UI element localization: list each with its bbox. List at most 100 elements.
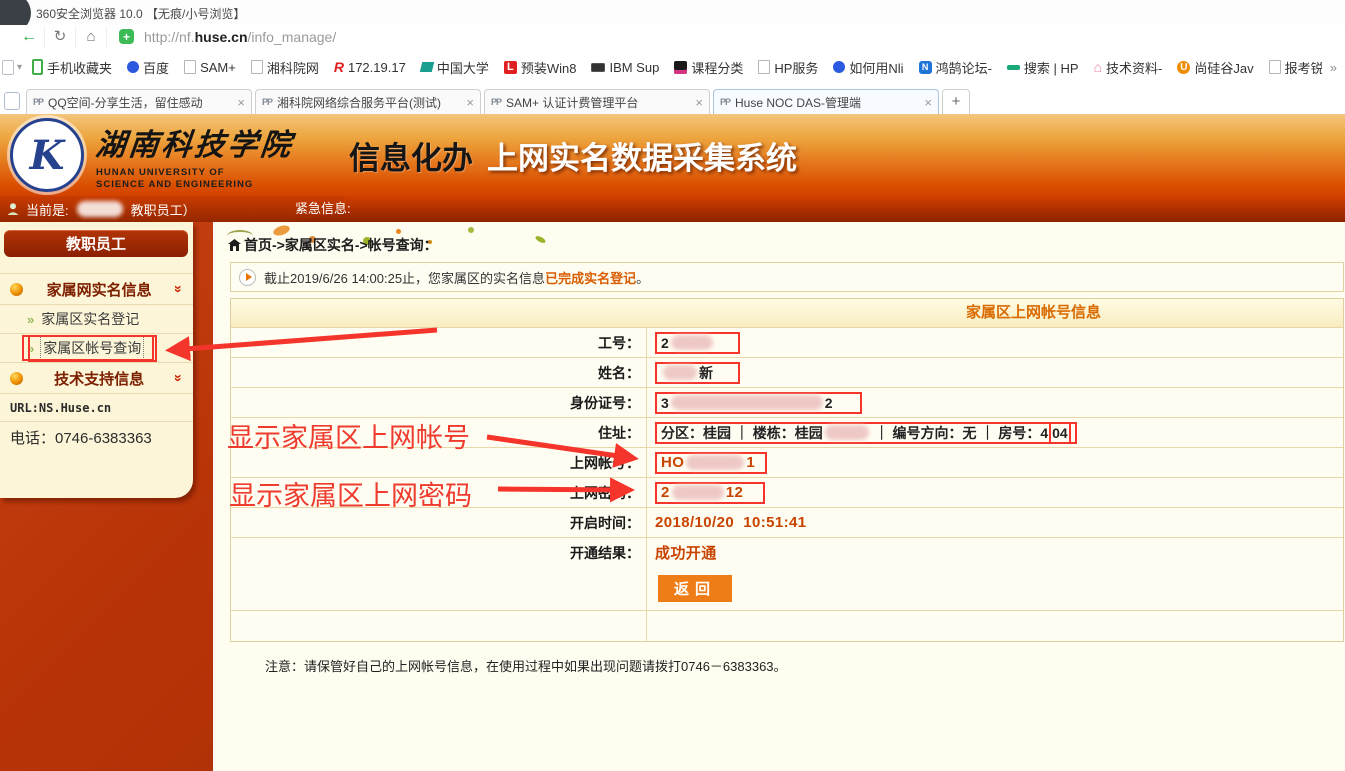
value-text: ｜ 编号方向：无 ｜ 房号：4	[871, 423, 1048, 443]
new-tab-button[interactable]: +	[942, 89, 970, 114]
arrow-icon: »	[27, 312, 34, 327]
bookmark-item[interactable]: R 172.19.17	[334, 59, 406, 75]
tab-close-icon[interactable]: ×	[237, 95, 245, 110]
bookmark-label: 手机收藏夹	[47, 58, 112, 77]
tab-title: 湘科院网络综合服务平台(测试)	[277, 94, 462, 111]
house-icon: ⌂	[1094, 59, 1102, 75]
footer-note: 注意：请保管好自己的上网帐号信息，在使用过程中如果出现问题请拨打0746－638…	[265, 656, 787, 675]
letter-square-icon: L	[504, 61, 517, 74]
bookmark-item[interactable]: U 尚硅谷Jav	[1177, 58, 1253, 77]
browser-tab[interactable]: PP 湘科院网络综合服务平台(测试) ×	[255, 89, 481, 114]
redacted-username	[77, 201, 123, 217]
back-icon[interactable]: ←	[14, 27, 45, 47]
chevron-down-icon: »	[171, 374, 187, 382]
field-value: HO1	[646, 448, 1343, 477]
bookmark-item[interactable]: L预装Win8	[504, 58, 577, 77]
bookmarks-dropdown-icon[interactable]: ▾	[17, 62, 22, 73]
user-icon	[6, 202, 20, 216]
value-text: 3	[661, 395, 669, 411]
field-value: 212	[646, 478, 1343, 507]
field-value	[646, 611, 1343, 641]
field-label: 住址：	[231, 418, 646, 447]
flag-icon	[420, 62, 434, 72]
field-value: 成功开通	[646, 538, 1343, 567]
bookmarks-list: 手机收藏夹百度 SAM+ 湘科院网 R 172.19.17 中国大学 L预装Win8 IBM …	[32, 58, 1322, 77]
phone-icon	[32, 59, 43, 75]
field-value: 2018/10/20 10:51:41	[646, 508, 1343, 537]
tab-close-icon[interactable]: ×	[924, 95, 932, 110]
sidebar-group[interactable]: 技术支持信息»	[0, 362, 193, 393]
value-text: 2018/10/20 10:51:41	[655, 514, 806, 531]
sidebar-item[interactable]: »家属区帐号查询	[0, 333, 193, 362]
tab-favicon: PP	[262, 97, 272, 107]
site-safety-icon[interactable]: +	[119, 29, 134, 44]
university-en-line2: SCIENCE AND ENGINEERING	[96, 179, 294, 191]
field-label: 工号：	[231, 328, 646, 357]
bullet-icon	[10, 372, 23, 385]
browser-tab[interactable]: PPSAM+ 认证计费管理平台×	[484, 89, 710, 114]
redacted-blur	[686, 455, 744, 470]
return-button[interactable]: 返回	[658, 575, 732, 602]
field-value: 返回	[646, 567, 1343, 610]
field-label: 上网帐号：	[231, 448, 646, 477]
bookmark-item[interactable]: N鸿鹄论坛-	[919, 58, 992, 77]
bookmark-item[interactable]: IBM Sup	[591, 60, 659, 75]
bookmark-item[interactable]: 课程分类	[674, 58, 743, 77]
bookmark-item[interactable]: 中国大学	[421, 58, 489, 77]
bookmark-label: 尚硅谷Jav	[1194, 58, 1253, 77]
bookmark-item[interactable]: 搜索 | HP	[1007, 58, 1079, 77]
url-path: /info_manage/	[248, 29, 337, 45]
dept-name: 信息化办	[349, 133, 473, 178]
university-name-en: HUNAN UNIVERSITY OF SCIENCE AND ENGINEER…	[96, 167, 294, 191]
table-row: 开启时间：2018/10/20 10:51:41	[231, 508, 1343, 538]
current-user-prefix: 当前是:	[26, 200, 69, 219]
field-value: 分区：桂园 ｜ 楼栋：桂园 ｜ 编号方向：无 ｜ 房号：404	[646, 418, 1343, 447]
table-row: 身份证号：32	[231, 388, 1343, 418]
annotation-box-small: 04	[1049, 422, 1071, 444]
address-bar[interactable]: + http://nf.huse.cn/info_manage/	[107, 26, 1345, 48]
tab-close-icon[interactable]: ×	[466, 95, 474, 110]
annotation-box: HO1	[655, 452, 767, 474]
university-logo: K	[10, 118, 84, 192]
letter-icon: R	[334, 59, 344, 75]
tab-close-icon[interactable]: ×	[695, 95, 703, 110]
letter-round-icon: U	[1177, 61, 1190, 74]
bookmark-item[interactable]: SAM+	[184, 60, 236, 75]
arrow-icon: »	[27, 341, 34, 356]
bookmark-label: 报考锐捷	[1285, 58, 1322, 77]
home-icon[interactable]: ⌂	[76, 27, 107, 47]
bookmark-item[interactable]: 手机收藏夹	[32, 58, 112, 77]
window-title: 360安全浏览器 10.0 【无痕/小号浏览】	[36, 5, 245, 22]
bookmark-item[interactable]: 如何用Nli	[833, 58, 903, 77]
bookmark-item[interactable]: 湘科院网	[251, 58, 319, 77]
bookmark-item[interactable]: 百度	[127, 58, 169, 77]
browser-tab[interactable]: PPQQ空间-分享生活，留住感动×	[26, 89, 252, 114]
page-icon	[758, 60, 770, 74]
page-icon	[1269, 60, 1281, 74]
bookmarks-menu[interactable]: ▾	[2, 60, 22, 75]
bookmark-item[interactable]: ⌂技术资料-	[1094, 58, 1163, 77]
refresh-icon[interactable]: ↻	[45, 27, 76, 47]
browser-tab[interactable]: PPHuse NOC DAS-管理端×	[713, 89, 939, 114]
field-label: 身份证号：	[231, 388, 646, 417]
bookmark-label: 湘科院网	[267, 58, 319, 77]
bookmark-label: 172.19.17	[348, 60, 406, 75]
url-text[interactable]: http://nf.huse.cn/info_manage/	[144, 29, 336, 45]
bookmark-label: 鸿鹄论坛-	[936, 58, 992, 77]
bookmark-item[interactable]: 报考锐捷	[1269, 58, 1322, 77]
sidebar-item[interactable]: »家属区实名登记	[0, 304, 193, 333]
university-name-block: 湖南科技学院 HUNAN UNIVERSITY OF SCIENCE AND E…	[96, 120, 294, 191]
tab-title: QQ空间-分享生活，留住感动	[48, 94, 233, 111]
bookmarks-overflow-icon[interactable]: »	[1330, 60, 1337, 75]
tab-favicon: PP	[720, 97, 730, 107]
url-prefix: http://nf.	[144, 29, 195, 45]
table-title: 家属区上网帐号信息	[966, 299, 1101, 327]
sidebar-group[interactable]: 家属网实名信息»	[0, 273, 193, 304]
value-text: 2	[661, 335, 669, 351]
table-row: 工号： 2	[231, 328, 1343, 358]
tab-panel-icon[interactable]	[4, 92, 20, 110]
notice-pre: 截止2019/6/26 14:00:25止，您家属区的实名信息	[264, 271, 545, 286]
table-row: 住址：分区：桂园 ｜ 楼栋：桂园 ｜ 编号方向：无 ｜ 房号：404	[231, 418, 1343, 448]
bullet-icon	[10, 283, 23, 296]
bookmark-item[interactable]: HP服务	[758, 58, 818, 77]
